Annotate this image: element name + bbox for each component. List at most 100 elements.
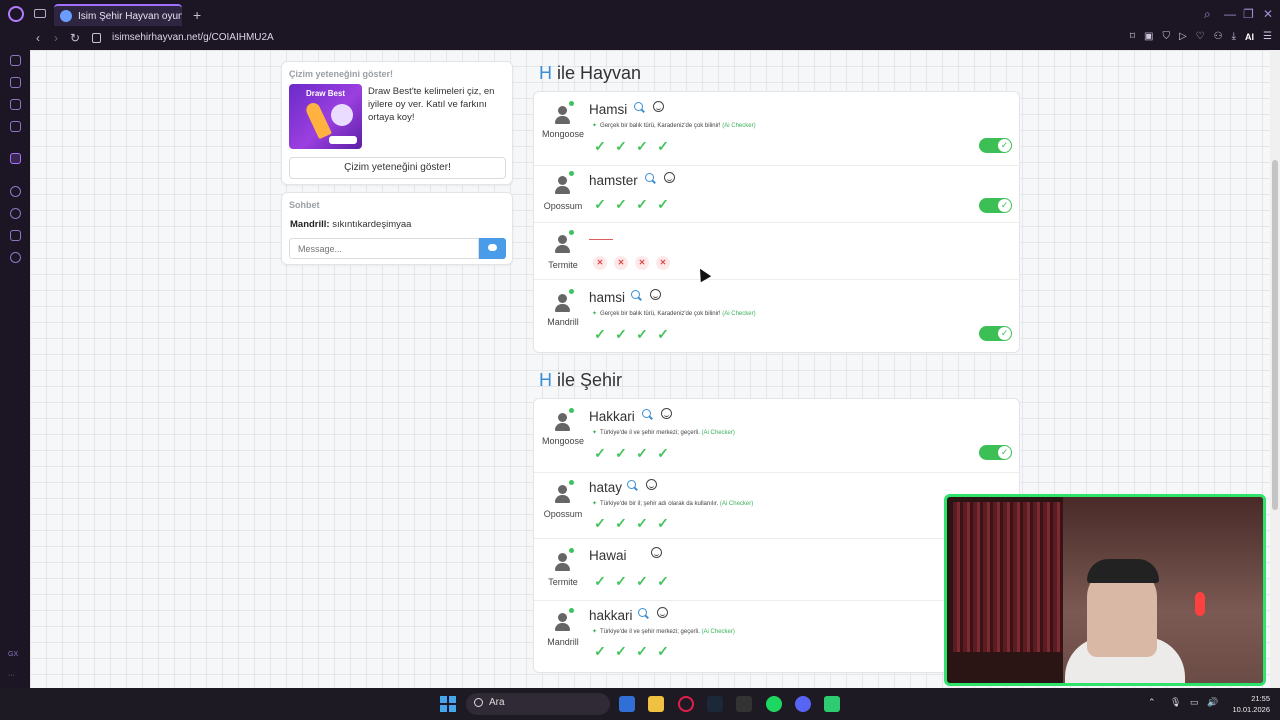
check-icon: ✓ — [657, 643, 669, 659]
gx-control-icon[interactable] — [10, 55, 21, 66]
discord-icon[interactable] — [795, 696, 811, 712]
emoji-react-icon[interactable] — [661, 408, 672, 419]
search-icon[interactable] — [631, 290, 640, 299]
check-icon: ✓ — [594, 196, 606, 212]
network-icon[interactable]: ▭ — [1190, 697, 1199, 708]
avatar — [554, 289, 574, 312]
check-icon: ✓ — [615, 138, 627, 154]
section-letter: H — [539, 63, 552, 83]
search-icon[interactable] — [638, 608, 647, 617]
avatar — [554, 408, 574, 431]
cross-icon: ✕ — [656, 256, 670, 270]
news-icon[interactable] — [10, 121, 21, 132]
search-icon[interactable] — [627, 480, 636, 489]
reload-button[interactable]: ↻ — [70, 31, 80, 45]
emoji-react-icon[interactable] — [657, 607, 668, 618]
red-light-icon — [1195, 592, 1205, 616]
taskbar-clock[interactable]: 21:55 10.01.2026 — [1228, 693, 1270, 715]
answer-word: Hawai — [589, 548, 627, 563]
file-explorer-icon[interactable] — [648, 696, 664, 712]
chat-send-button[interactable] — [479, 238, 506, 259]
steam-icon[interactable] — [707, 696, 723, 712]
accept-toggle[interactable] — [979, 326, 1012, 341]
url-field[interactable]: isimsehirhayvan.net/g/COIAIHMU2A — [112, 32, 274, 43]
emoji-react-icon[interactable] — [650, 289, 661, 300]
avatar — [554, 171, 574, 194]
section-title-hayvan: H ile Hayvan — [539, 63, 641, 84]
chat-message-input[interactable] — [289, 238, 479, 259]
spotify-icon[interactable] — [766, 696, 782, 712]
play-icon[interactable]: ▷ — [1179, 31, 1187, 42]
player-name: Opossum — [543, 509, 583, 519]
online-status-icon — [569, 289, 574, 294]
gx-corner-icon[interactable] — [10, 77, 21, 88]
search-icon[interactable] — [645, 173, 654, 182]
scrollbar-thumb[interactable] — [1272, 160, 1278, 510]
check-icon: ✓ — [636, 138, 648, 154]
volume-icon[interactable]: 🔊 — [1207, 697, 1218, 708]
profile-icon[interactable]: ⚇ — [1214, 31, 1223, 42]
settings-gear-icon[interactable] — [10, 252, 21, 263]
microphone-icon[interactable]: 🎙 — [1170, 697, 1181, 708]
heart-icon[interactable]: ♡ — [1196, 31, 1205, 42]
close-window-button[interactable]: ✕ — [1263, 7, 1273, 21]
snapshot-icon[interactable]: ▣ — [1144, 31, 1153, 42]
check-icon: ✓ — [594, 573, 606, 589]
opera-gx-taskbar-icon[interactable] — [678, 696, 694, 712]
new-tab-button[interactable]: + — [193, 7, 201, 23]
accept-toggle[interactable] — [979, 445, 1012, 460]
emoji-react-icon[interactable] — [651, 547, 662, 558]
back-button[interactable]: ‹ — [36, 31, 40, 45]
emoji-react-icon[interactable] — [653, 101, 664, 112]
menu-icon[interactable]: ☰ — [1263, 31, 1272, 42]
check-icon: ✓ — [594, 138, 606, 154]
accept-toggle[interactable] — [979, 138, 1012, 153]
answer-row: Mongoose Hamsi ✦ Gerçek bir balık türü, K… — [534, 92, 1021, 165]
player-icon[interactable] — [10, 186, 21, 197]
section-category: ile Hayvan — [557, 63, 642, 83]
maximize-button[interactable]: ❐ — [1243, 7, 1254, 21]
browser-tab-active[interactable]: İsim Şehir Hayvan oyunun... — [54, 4, 182, 26]
messenger-icon[interactable] — [10, 99, 21, 110]
vote-marks: ✕ ✕ ✕ ✕ — [593, 256, 670, 270]
promo-text: Draw Best'te kelimeleri çiz, en iyilere … — [368, 86, 495, 123]
outlook-icon[interactable] — [619, 696, 635, 712]
search-icon[interactable] — [642, 409, 651, 418]
show-drawing-skill-button[interactable]: Çizim yeteneğini göster! — [289, 157, 506, 179]
tray-overflow-icon[interactable]: ⌃ — [1148, 697, 1156, 708]
cross-icon: ✕ — [593, 256, 607, 270]
taskbar-search-label: Ara — [489, 697, 505, 708]
search-icon[interactable] — [634, 102, 643, 111]
draw-best-image-label: Draw Best — [305, 89, 346, 98]
taskbar-search[interactable]: Ara — [466, 693, 610, 715]
opera-gx-logo-icon[interactable] — [8, 6, 24, 22]
emoji-react-icon[interactable] — [646, 479, 657, 490]
search-tabs-icon[interactable]: ⌕ — [1204, 7, 1211, 22]
draw-best-image[interactable]: Draw Best — [289, 84, 362, 149]
shield-icon[interactable]: ⛉ — [1162, 31, 1170, 42]
answer-row: Mongoose Hakkari ✦ Türkiye'de il ve şehir… — [534, 399, 1021, 472]
minimize-button[interactable]: — — [1224, 7, 1236, 21]
emoji-react-icon[interactable] — [664, 172, 675, 183]
forward-button[interactable]: › — [54, 31, 58, 45]
history-icon[interactable] — [10, 208, 21, 219]
online-status-icon — [569, 101, 574, 106]
player-name: Mongoose — [541, 129, 585, 139]
workspaces-icon[interactable] — [34, 9, 46, 18]
accept-toggle[interactable] — [979, 198, 1012, 213]
ai-description: ✦ Türkiye'de il ve şehir merkezi; geçerli… — [592, 629, 735, 635]
page-scrollbar[interactable] — [1270, 50, 1280, 688]
epic-games-icon[interactable] — [736, 696, 752, 712]
lock-icon — [92, 33, 101, 43]
twitch-icon[interactable] — [10, 153, 21, 164]
ai-button[interactable]: AI — [1245, 32, 1254, 42]
extensions-icon[interactable] — [10, 230, 21, 241]
windows-start-icon[interactable] — [440, 696, 456, 712]
check-icon: ✓ — [657, 573, 669, 589]
download-icon[interactable]: ⤓ — [1232, 31, 1236, 42]
more-icon[interactable]: ··· — [8, 672, 15, 679]
bookmark-icon[interactable]: ⌑ — [1130, 31, 1135, 42]
chat-app-icon[interactable] — [824, 696, 840, 712]
answer-word: Hamsi — [589, 102, 628, 117]
chat-message: Mandrill: sıkıntıkardeşimyaa — [290, 219, 411, 230]
